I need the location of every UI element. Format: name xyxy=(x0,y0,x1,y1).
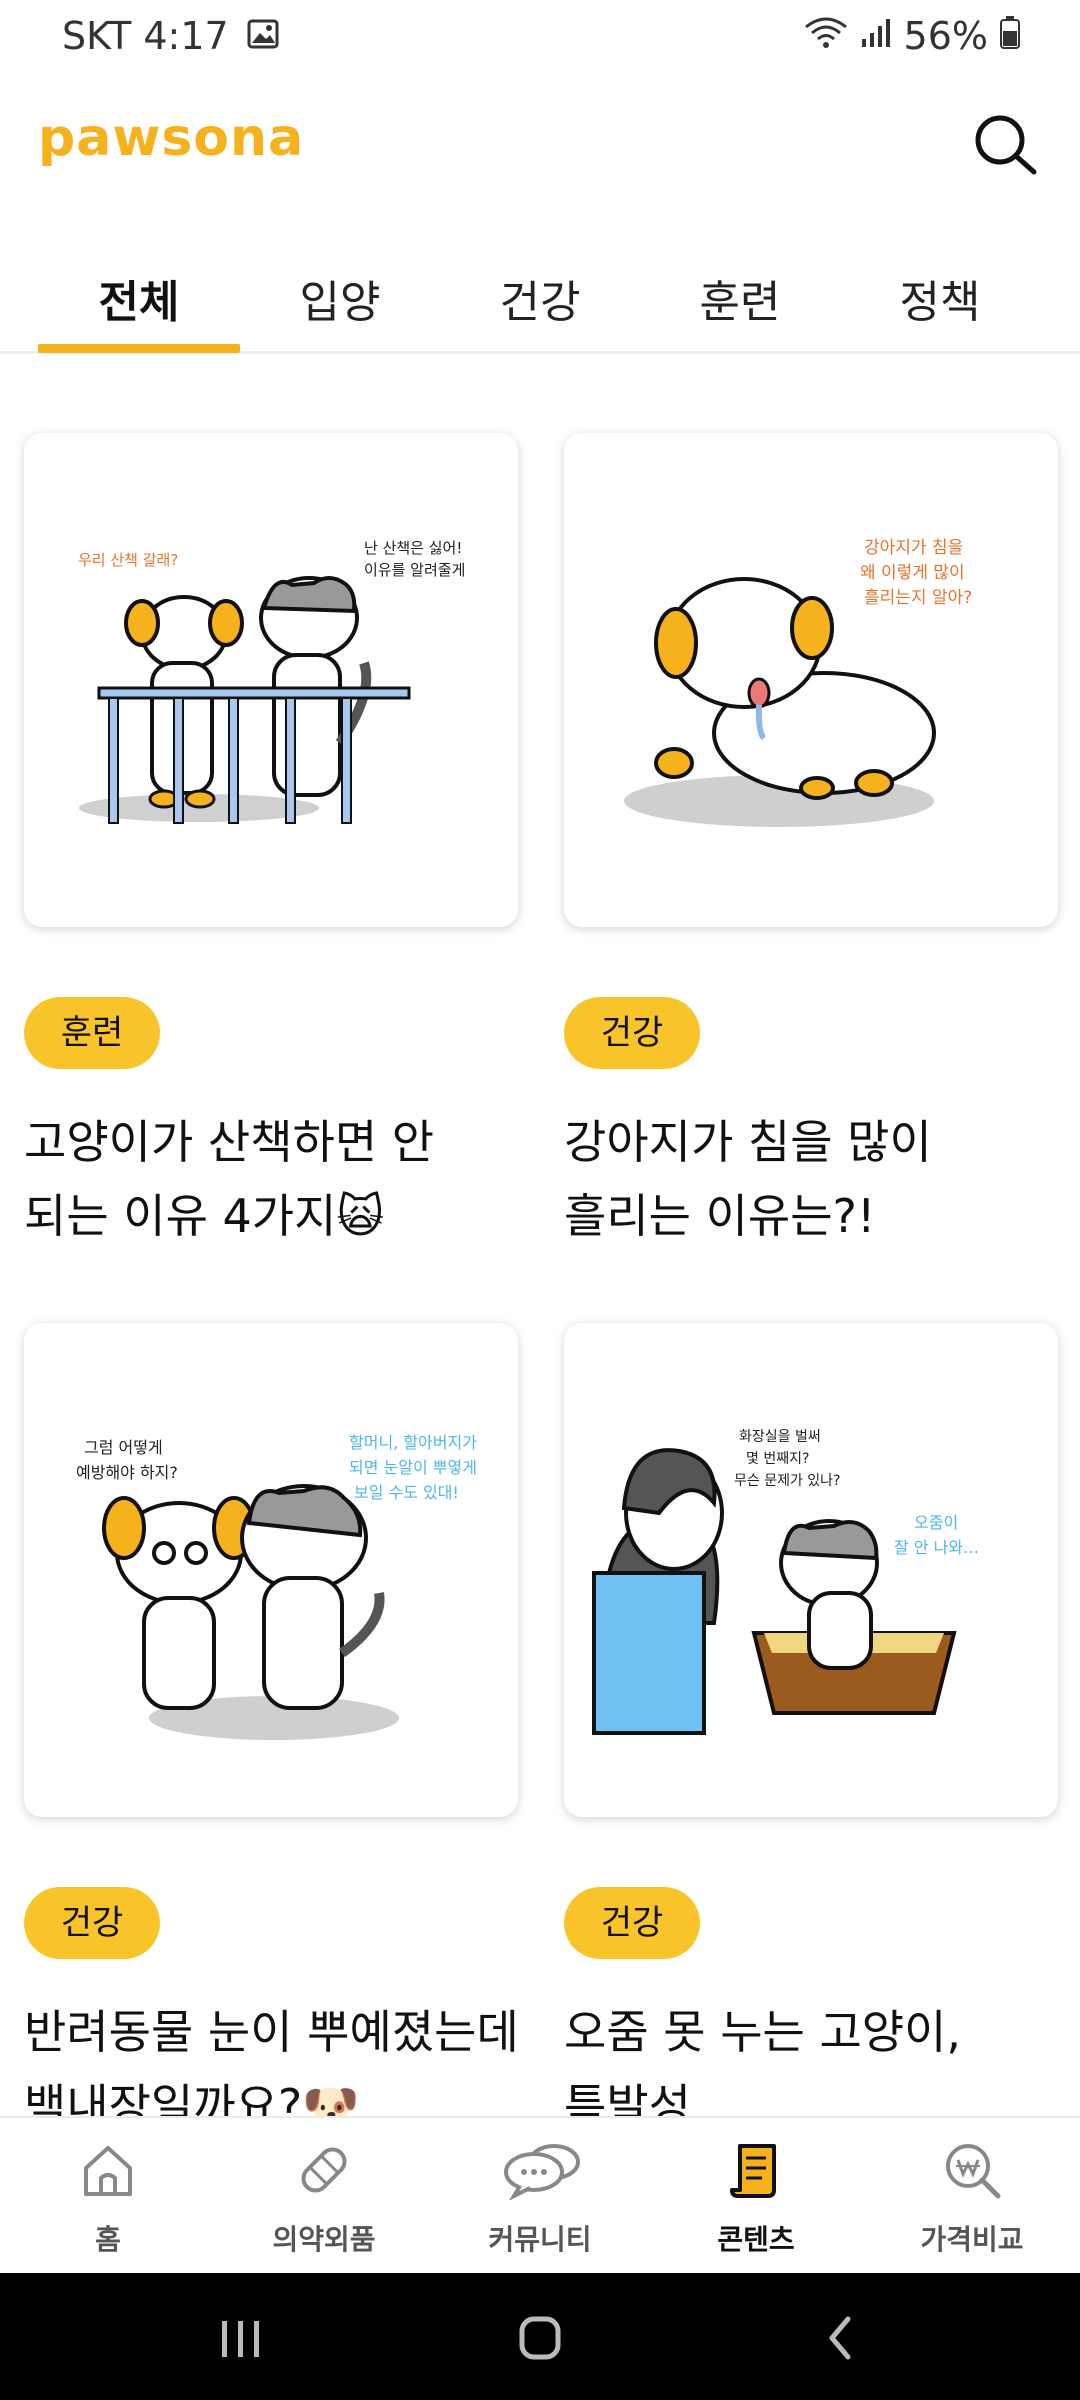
carrier-time: SKT 4:17 xyxy=(62,14,229,58)
nav-label: 의약외품 xyxy=(272,2223,376,2256)
card-illustration[interactable]: 그럼 어떻게 예방해야 하지? 할머니, 할아버지가 되면 눈알이 뿌옇게 보일… xyxy=(24,1323,518,1817)
card-title[interactable]: 강아지가 침을 많이 흘리는 이유는?! xyxy=(564,1105,1080,1253)
content-card[interactable]: 그럼 어떻게 예방해야 하지? 할머니, 할아버지가 되면 눈알이 뿌옇게 보일… xyxy=(24,1323,519,2133)
search-button[interactable] xyxy=(970,110,1040,180)
speech-bubble-text: 난 산책은 싫어! xyxy=(364,539,462,557)
nav-label: 가격비교 xyxy=(920,2223,1024,2256)
speech-bubble-text: 화장실을 벌써 xyxy=(739,1429,821,1445)
speech-bubble-text: 잘 안 나와… xyxy=(894,1538,979,1557)
back-button[interactable] xyxy=(800,2303,880,2373)
nav-item-price-compare[interactable]: 가격비교 xyxy=(864,2118,1080,2275)
home-circle-icon xyxy=(519,2316,561,2360)
system-navigation-bar xyxy=(0,2273,1080,2400)
category-tag: 건강 xyxy=(564,997,700,1069)
speech-bubble-text: 예방해야 하지? xyxy=(76,1463,178,1482)
tab-adoption[interactable]: 입양 xyxy=(240,258,440,354)
content-card[interactable]: 화장실을 벌써 몇 번째지? 무슨 문제가 있나? 오줌이 잘 안 나와… 건강… xyxy=(564,1323,1058,2133)
speech-bubble-text: 보일 수도 있대! xyxy=(354,1483,459,1502)
category-tag: 건강 xyxy=(24,1887,160,1959)
speech-bubble-text: 우리 산책 갈래? xyxy=(78,551,178,569)
speech-bubble-text: 몇 번째지? xyxy=(746,1451,809,1467)
status-bar: SKT 4:17 56% xyxy=(0,0,1080,76)
card-illustration[interactable]: 강아지가 침을 왜 이렇게 많이 흘리는지 알아? xyxy=(564,433,1058,927)
battery-percent: 56% xyxy=(903,14,988,58)
card-illustration[interactable]: 화장실을 벌써 몇 번째지? 무슨 문제가 있나? 오줌이 잘 안 나와… xyxy=(564,1323,1058,1817)
recent-apps-button[interactable] xyxy=(200,2303,280,2373)
tab-policy[interactable]: 정책 xyxy=(840,258,1040,354)
speech-bubble-text: 무슨 문제가 있나? xyxy=(734,1473,841,1489)
tab-health[interactable]: 건강 xyxy=(440,258,640,354)
app-logo[interactable]: pawsona xyxy=(38,108,304,168)
nav-item-quasi-drugs[interactable]: 의약외품 xyxy=(216,2118,432,2275)
search-icon xyxy=(975,115,1037,175)
card-illustration[interactable]: 우리 산책 갈래? 난 산책은 싫어! 이유를 알려줄게 xyxy=(24,433,518,927)
bandage-icon xyxy=(294,2140,354,2200)
chat-bubbles-icon xyxy=(502,2140,582,2201)
app-header: pawsona xyxy=(0,90,1080,200)
category-tag: 훈련 xyxy=(24,997,160,1069)
battery-icon xyxy=(1000,14,1020,58)
wifi-icon xyxy=(804,14,848,58)
content-card[interactable]: 우리 산책 갈래? 난 산책은 싫어! 이유를 알려줄게 훈련 고양이가 산책하… xyxy=(24,433,518,1253)
category-tabs: 전체 입양 건강 훈련 정책 xyxy=(0,258,1080,354)
active-tab-indicator xyxy=(38,344,240,353)
home-icon xyxy=(78,2140,138,2200)
bottom-navigation: 홈 의약외품 커뮤니티 콘텐츠 가격비교 xyxy=(0,2116,1080,2273)
back-chevron-icon xyxy=(829,2316,851,2360)
nav-item-community[interactable]: 커뮤니티 xyxy=(432,2118,648,2275)
recent-apps-icon xyxy=(222,2321,259,2357)
nav-label: 콘텐츠 xyxy=(717,2223,795,2256)
nav-label: 홈 xyxy=(95,2223,121,2256)
price-search-icon xyxy=(942,2140,1002,2200)
speech-bubble-text: 오줌이 xyxy=(914,1513,958,1532)
speech-bubble-text: 흘리는지 알아? xyxy=(864,588,972,608)
speech-bubble-text: 강아지가 침을 xyxy=(864,538,963,558)
speech-bubble-text: 되면 눈알이 뿌옇게 xyxy=(349,1458,477,1477)
gallery-notification-icon xyxy=(247,14,279,58)
tab-all[interactable]: 전체 xyxy=(39,258,239,354)
card-title[interactable]: 고양이가 산책하면 안 되는 이유 4가지🙀 xyxy=(24,1105,544,1253)
speech-bubble-text: 이유를 알려줄게 xyxy=(364,561,465,579)
signal-icon xyxy=(860,14,892,58)
nav-label: 커뮤니티 xyxy=(488,2223,592,2256)
speech-bubble-text: 왜 이렇게 많이 xyxy=(860,563,965,583)
home-system-button[interactable] xyxy=(500,2303,580,2373)
nav-item-contents[interactable]: 콘텐츠 xyxy=(648,2118,864,2275)
content-card[interactable]: 강아지가 침을 왜 이렇게 많이 흘리는지 알아? 건강 강아지가 침을 많이 … xyxy=(564,433,1058,1253)
scroll-icon xyxy=(726,2140,786,2200)
nav-item-home[interactable]: 홈 xyxy=(0,2118,216,2275)
speech-bubble-text: 할머니, 할아버지가 xyxy=(349,1433,477,1452)
tab-training[interactable]: 훈련 xyxy=(640,258,840,354)
category-tag: 건강 xyxy=(564,1887,700,1959)
speech-bubble-text: 그럼 어떻게 xyxy=(84,1438,163,1457)
